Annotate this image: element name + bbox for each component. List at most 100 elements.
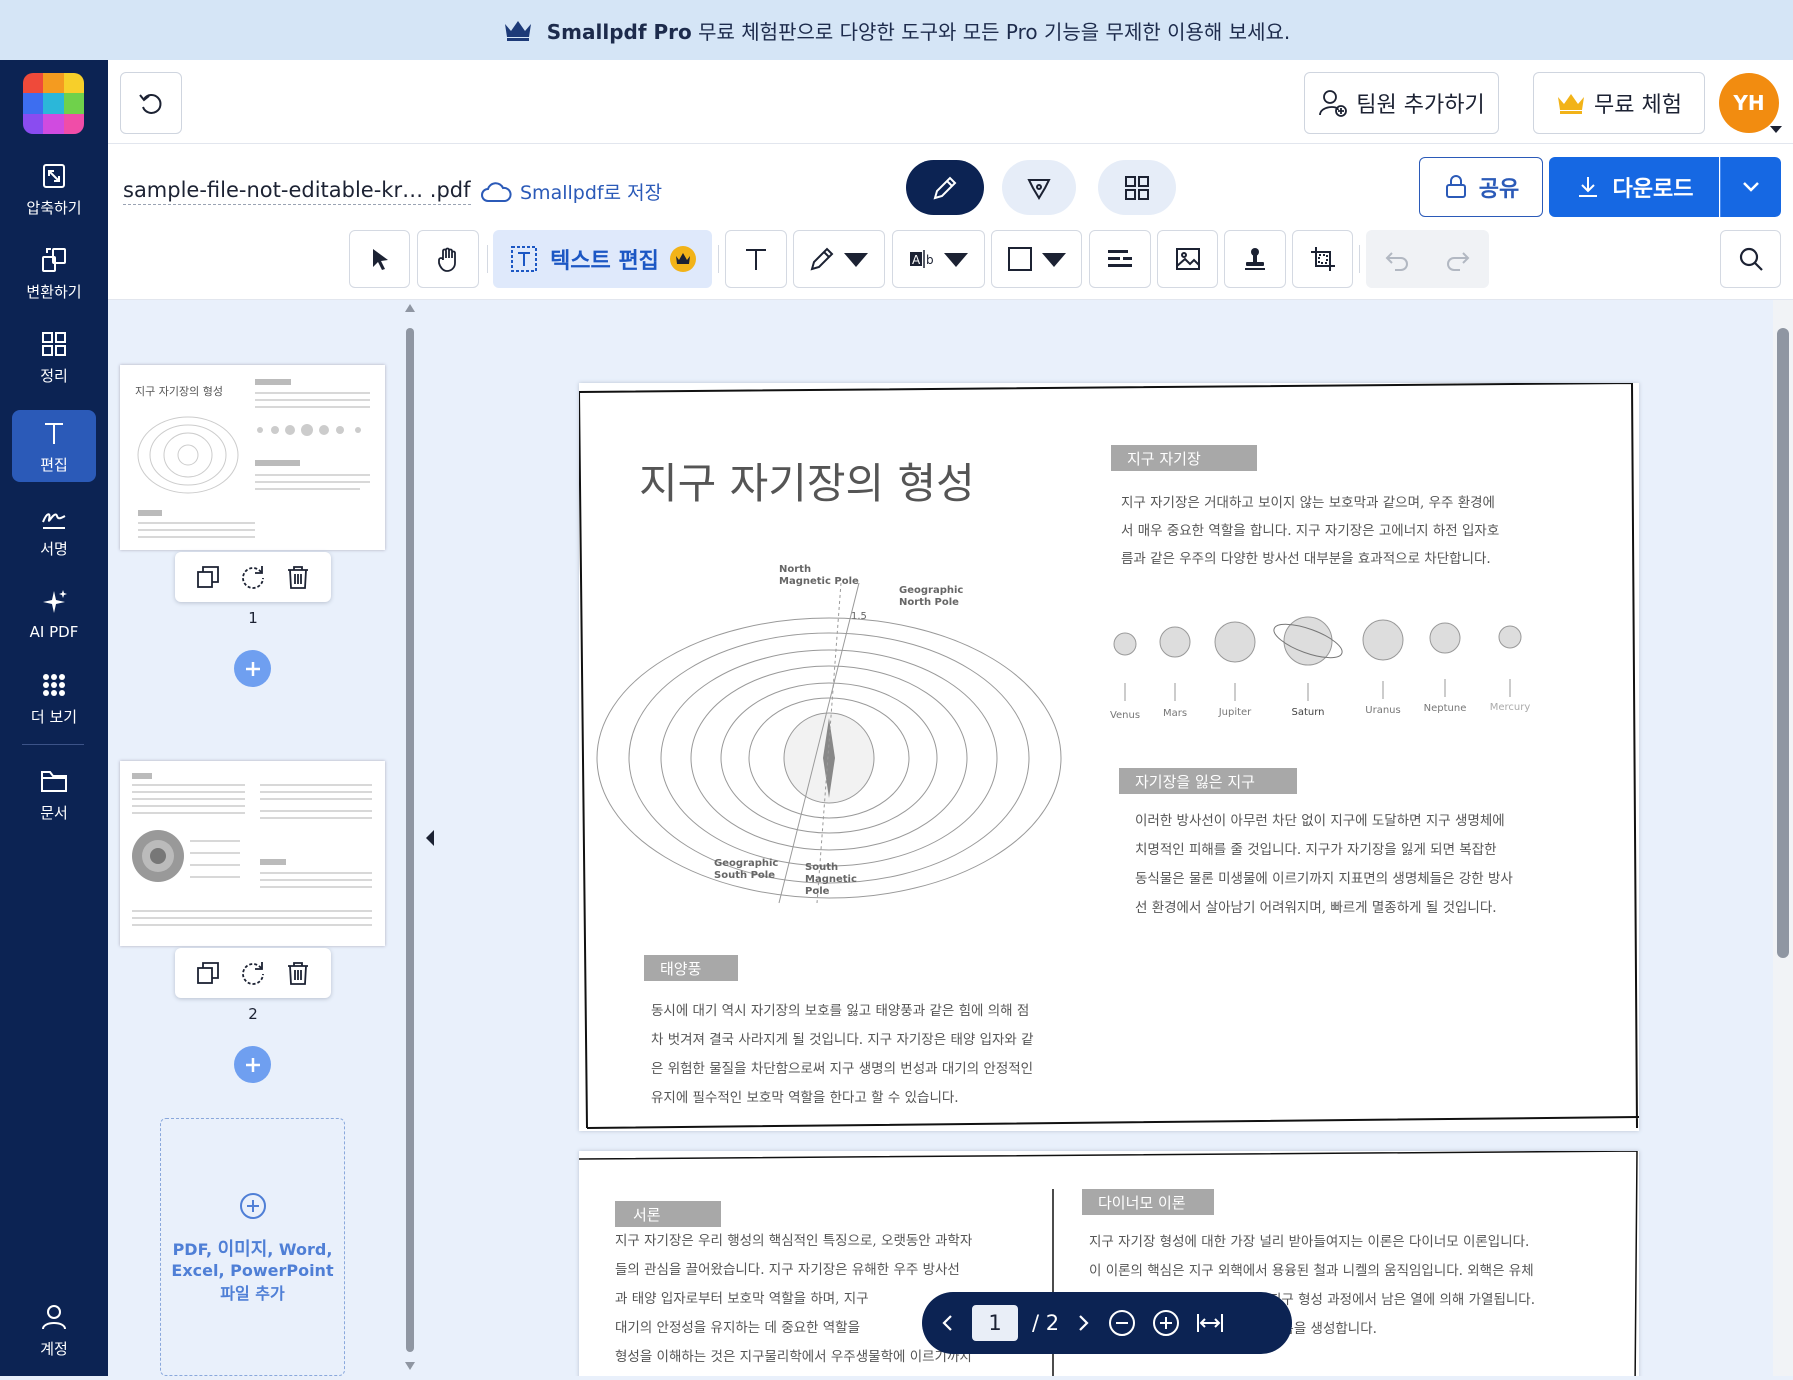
diagram-label: South — [805, 862, 838, 873]
file-name[interactable]: sample-file-not-editable-kr… .pdf — [123, 178, 471, 205]
add-page-button[interactable] — [234, 1046, 271, 1083]
sidebar-item-account[interactable]: 계정 — [12, 1294, 96, 1366]
chevron-left-icon[interactable] — [938, 1313, 958, 1333]
body-line: 은 위험한 물질을 차단함으로써 지구 생명의 번성과 대기의 안정적인 — [651, 1061, 1033, 1077]
sidebar-item-sign[interactable]: 서명 — [12, 494, 96, 566]
page-number-input[interactable]: 1 — [972, 1305, 1018, 1341]
diagram-label: Pole — [805, 886, 830, 897]
sidebar-item-ai-pdf[interactable]: AI PDF — [12, 578, 96, 650]
shape-tool[interactable] — [991, 230, 1082, 288]
page-thumbnail-2[interactable] — [120, 761, 385, 946]
zoom-in-icon[interactable] — [1151, 1308, 1181, 1338]
app-logo[interactable] — [23, 73, 84, 134]
body-line: 들의 관심을 끌어왔습니다. 지구 자기장은 유해한 우주 방사선 — [615, 1262, 960, 1278]
sidebar-item-more[interactable]: 더 보기 — [12, 662, 96, 734]
select-tool[interactable] — [349, 230, 410, 288]
page-navigator: 1 / 2 — [922, 1292, 1292, 1354]
text-edit-label: 텍스트 편집 — [550, 249, 659, 274]
sidebar-item-organize[interactable]: 정리 — [12, 321, 96, 393]
body-line: 대기의 안정성을 유지하는 데 중요한 역할을 — [615, 1320, 860, 1336]
form-fields-tool[interactable] — [1089, 230, 1151, 288]
page-thumbnail-1[interactable]: 지구 자기장의 형성 — [120, 365, 385, 550]
draw-tool[interactable] — [793, 230, 885, 288]
chevron-down-icon — [844, 253, 868, 267]
redo-icon[interactable] — [1444, 245, 1472, 273]
body-line: 동식물은 물론 미생물에 이르기까지 지표면의 생명체들은 강한 방사 — [1135, 871, 1513, 887]
chevron-right-icon[interactable] — [1073, 1313, 1093, 1333]
compress-icon — [43, 163, 65, 188]
share-button[interactable]: 공유 — [1419, 157, 1543, 217]
duplicate-icon[interactable] — [195, 564, 221, 590]
body-line: 과 태양 입자로부터 보호막 역할을 하며, 지구 — [615, 1291, 869, 1307]
page-title: 지구 자기장의 형성 — [639, 459, 975, 508]
magnetic-field-diagram — [596, 582, 1062, 904]
document-viewer[interactable]: 지구 자기장의 형성 지구 자기장 지구 자기장은 거대하고 보이지 않는 보호… — [446, 300, 1773, 1376]
avatar[interactable]: YH — [1719, 73, 1779, 133]
free-trial-button[interactable]: 무료 체험 — [1533, 72, 1705, 134]
rotate-icon[interactable] — [240, 960, 266, 986]
duplicate-icon[interactable] — [195, 960, 221, 986]
save-to-smallpdf-link[interactable]: Smallpdf로 저장 — [480, 178, 662, 205]
sidebar-item-label: 계정 — [40, 1339, 68, 1358]
sidebar-item-compress[interactable]: 압축하기 — [12, 153, 96, 225]
zoom-out-icon[interactable] — [1107, 1308, 1137, 1338]
pencil-icon — [810, 247, 834, 271]
undo-arrow-icon — [139, 94, 162, 114]
hand-tool[interactable] — [417, 230, 479, 288]
chevron-down-icon[interactable] — [1770, 126, 1782, 133]
chevron-down-icon — [943, 253, 968, 267]
sidebar-item-label: AI PDF — [29, 623, 79, 641]
pen-nib-icon — [1027, 178, 1051, 200]
planet-label: Mars — [1163, 708, 1187, 719]
fit-width-icon[interactable] — [1195, 1308, 1225, 1338]
plus-circle-icon — [239, 1192, 266, 1219]
download-button[interactable]: 다운로드 — [1549, 157, 1719, 217]
diagram-label: North — [779, 564, 811, 575]
annotate-mode-button[interactable] — [1002, 160, 1076, 215]
sidebar-item-label: 편집 — [40, 455, 68, 474]
sidebar-item-label: 정리 — [40, 366, 68, 385]
crop-tool[interactable] — [1292, 230, 1353, 288]
crown-icon — [1558, 94, 1585, 114]
add-member-button[interactable]: 팀원 추가하기 — [1304, 72, 1499, 134]
page-1-actions — [175, 552, 331, 602]
edit-mode-button[interactable] — [906, 160, 984, 215]
signature-icon — [42, 512, 66, 529]
stamp-tool[interactable] — [1224, 230, 1286, 288]
body-line: 동시에 대기 역시 자기장의 보호를 잃고 태양풍과 같은 힘에 의해 점 — [651, 1003, 1029, 1019]
trash-icon[interactable] — [285, 564, 311, 590]
search-button[interactable] — [1720, 230, 1781, 288]
body-line: 형성을 이해하는 것은 지구물리학에서 우주생물학에 이르기까지 — [615, 1349, 972, 1365]
free-trial-label: 무료 체험 — [1594, 93, 1682, 118]
organize-mode-button[interactable] — [1098, 160, 1176, 215]
text-field-tool[interactable]: Ab — [892, 230, 985, 288]
trash-icon[interactable] — [285, 960, 311, 986]
section-heading: 지구 자기장 — [1127, 450, 1201, 468]
diagram-label: Magnetic — [805, 874, 857, 885]
sidebar-item-edit[interactable]: 편집 — [12, 410, 96, 482]
add-text-tool[interactable] — [725, 230, 787, 288]
back-button[interactable] — [120, 72, 182, 134]
promo-banner[interactable]: Smallpdf Pro 무료 체험판으로 다양한 도구와 모든 Pro 기능을… — [0, 0, 1793, 60]
add-files-dropzone[interactable]: PDF, 이미지, Word, Excel, PowerPoint 파일 추가 — [160, 1118, 345, 1376]
sidebar-item-convert[interactable]: 변환하기 — [12, 237, 96, 309]
image-tool[interactable] — [1157, 230, 1218, 288]
collapse-panel-icon[interactable] — [426, 830, 434, 846]
rotate-icon[interactable] — [240, 564, 266, 590]
add-page-button[interactable] — [234, 650, 271, 687]
thumbnail-scrollbar[interactable] — [404, 300, 416, 1376]
undo-icon[interactable] — [1383, 245, 1411, 273]
banner-message: 무료 체험판으로 다양한 도구와 모든 Pro 기능을 무제한 이용해 보세요. — [691, 19, 1291, 44]
text-edit-tool[interactable]: 텍스트 편집 — [493, 230, 712, 288]
undo-redo-group — [1366, 230, 1489, 288]
sidebar-item-label: 더 보기 — [30, 707, 78, 726]
planet-row: Venus Mars Jupiter Saturn Uranus Neptune… — [1110, 616, 1530, 721]
crown-icon — [504, 21, 531, 41]
banner-brand: Smallpdf Pro — [546, 19, 692, 44]
sidebar-item-documents[interactable]: 문서 — [12, 758, 96, 830]
viewer-scroll-thumb[interactable] — [1777, 328, 1789, 958]
download-options-button[interactable] — [1720, 157, 1781, 217]
page-number-2: 2 — [248, 1005, 258, 1023]
body-line: 지구 자기장은 우리 행성의 핵심적인 특징으로, 오랫동안 과학자 — [615, 1233, 973, 1249]
body-line: 이 이론의 핵심은 지구 외핵에서 용융된 철과 니켈의 움직임입니다. 외핵은… — [1089, 1263, 1534, 1279]
